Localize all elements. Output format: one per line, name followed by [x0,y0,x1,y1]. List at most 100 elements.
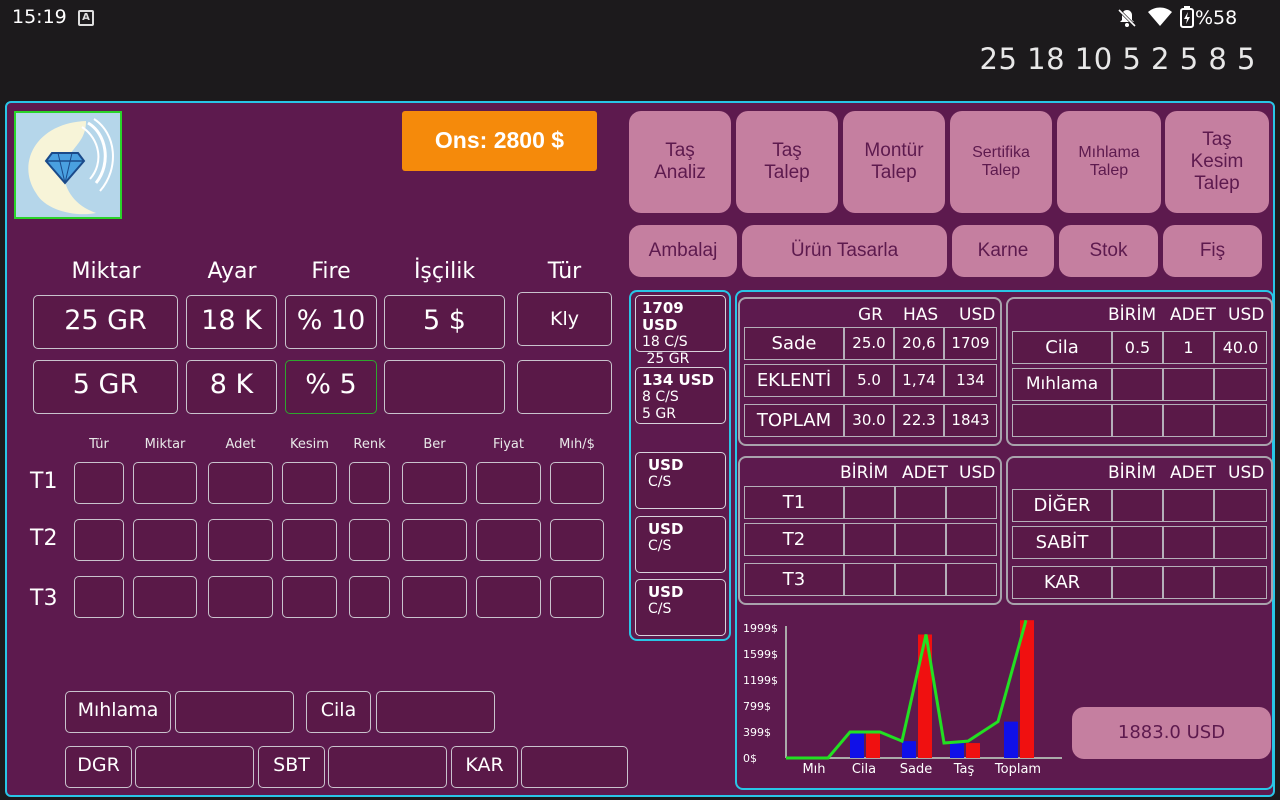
total-usd-button[interactable]: 1883.0 USD [1072,707,1271,759]
stone-input-t2-c4[interactable] [282,519,337,561]
stone-input-t2-c1[interactable] [74,519,124,561]
menu-stok-button[interactable]: Stok [1059,225,1158,277]
menu-sertifika-talep-button[interactable]: Sertifika Talep [950,111,1052,213]
summary-header-gr: GR [858,305,883,325]
menu-ambalaj-button[interactable]: Ambalaj [629,225,737,277]
stone-input-t1-c6[interactable] [402,462,467,504]
other-header-birim: BİRİM [1108,463,1157,483]
stone-input-t3-c3[interactable] [208,576,273,618]
kar-input[interactable] [521,746,628,788]
summary-header-has: HAS [903,305,939,325]
other-row-label-3: KAR [1012,566,1112,599]
stone-col-renk: Renk [353,437,386,452]
t-row-2-birim [844,523,895,556]
dgr-label-button[interactable]: DGR [65,746,132,788]
stone-input-t1-c4[interactable] [282,462,337,504]
tur-input-2[interactable] [517,360,612,414]
menu-mihlama-talep-button[interactable]: Mıhlama Talep [1057,111,1161,213]
header-ayar: Ayar [207,259,257,284]
stone-input-t2-c5[interactable] [349,519,390,561]
cila-row-label-cila: Cila [1012,331,1112,364]
trend-line [786,620,1028,760]
sbt-label-button[interactable]: SBT [258,746,325,788]
header-iscilik: İşçilik [413,259,476,284]
iscilik-input-2[interactable] [384,360,505,414]
usd-card-5[interactable]: USD C/S [635,579,726,636]
stone-input-t1-c2[interactable] [133,462,197,504]
stone-input-t1-c1[interactable] [74,462,124,504]
usd-card-3[interactable]: USD C/S [635,452,726,509]
other-row-2-birim [1112,526,1163,559]
y-tick-label: 1199$ [743,674,778,687]
stone-input-t3-c8[interactable] [550,576,604,618]
x-tick-label: Taş [953,762,975,777]
fire-input-1[interactable]: % 10 [285,295,377,349]
iscilik-input-1[interactable]: 5 $ [384,295,505,349]
stone-input-t3-c2[interactable] [133,576,197,618]
app-logo [14,111,122,219]
mihlama-label-button[interactable]: Mıhlama [65,691,171,733]
summary-toplam-usd: 1843 [944,404,997,437]
summary-toplam-has: 22.3 [894,404,944,437]
stone-input-t2-c7[interactable] [476,519,541,561]
summary-sade-gr: 25.0 [844,327,894,360]
cila-label-button[interactable]: Cila [306,691,371,733]
stone-input-t1-c5[interactable] [349,462,390,504]
miktar-input-1[interactable]: 25 GR [33,295,178,349]
stone-input-t1-c3[interactable] [208,462,273,504]
summary-toplam-gr: 30.0 [844,404,894,437]
empty-adet [1163,404,1214,437]
cila-header-adet: ADET [1170,305,1216,325]
t-row-3-adet [895,563,946,596]
kar-label-button[interactable]: KAR [451,746,518,788]
stone-input-t3-c4[interactable] [282,576,337,618]
dgr-input[interactable] [135,746,254,788]
stone-col-adet: Adet [225,437,256,452]
stone-input-t3-c6[interactable] [402,576,467,618]
stone-input-t2-c3[interactable] [208,519,273,561]
stone-input-t2-c6[interactable] [402,519,467,561]
stone-input-t3-c7[interactable] [476,576,541,618]
cila-input[interactable] [376,691,495,733]
cost-chart: 1999$ 1599$ 1199$ 799$ 399$ 0$ Mıh Cila Sade Taş T… [743,620,1062,777]
menu-urun-tasarla-button[interactable]: Ürün Tasarla [742,225,947,277]
usd-card-2[interactable]: 134 USD 8 C/S 5 GR [635,367,726,424]
mihlama-adet [1163,368,1214,401]
bar-1-Cila [866,732,880,758]
menu-karne-button[interactable]: Karne [952,225,1054,277]
bell-off-icon [1116,7,1138,33]
stone-input-t2-c8[interactable] [550,519,604,561]
menu-fis-button[interactable]: Fiş [1163,225,1262,277]
menu-montur-talep-button[interactable]: Montür Talep [843,111,945,213]
empty-birim [1112,404,1163,437]
stone-input-t1-c7[interactable] [476,462,541,504]
menu-tas-analiz-button[interactable]: Taş Analiz [629,111,731,213]
stone-input-t3-c1[interactable] [74,576,124,618]
cila-header-birim: BİRİM [1108,305,1157,325]
x-tick-label: Cila [852,762,876,777]
ayar-input-1[interactable]: 18 K [186,295,277,349]
sbt-input[interactable] [328,746,447,788]
stone-input-t3-c5[interactable] [349,576,390,618]
usd-card-1[interactable]: 1709 USD 18 C/S 25 GR [635,295,726,367]
other-header-usd: USD [1228,463,1265,483]
header-fire: Fire [311,259,351,284]
usd-card-5-usd: USD [648,583,684,601]
usd-card-4[interactable]: USD C/S [635,516,726,573]
cila-adet: 1 [1163,331,1214,364]
x-tick-label: Mıh [802,762,825,777]
ons-price-button[interactable]: Ons: 2800 $ [402,111,597,171]
ayar-input-2[interactable]: 8 K [186,360,277,414]
tur-input-1[interactable]: Kly [517,292,612,346]
t-header-adet: ADET [902,463,948,483]
summary-sade-usd: 1709 [944,327,997,360]
mihlama-input[interactable] [175,691,294,733]
fire-input-2[interactable]: % 5 [285,360,377,414]
stone-input-t2-c2[interactable] [133,519,197,561]
menu-tas-talep-button[interactable]: Taş Talep [736,111,838,213]
menu-tas-kesim-talep-button[interactable]: Taş Kesim Talep [1165,111,1269,213]
stone-row-label-t1: T1 [30,469,58,494]
stone-input-t1-c8[interactable] [550,462,604,504]
stone-col-ber: Ber [423,437,446,452]
miktar-input-2[interactable]: 5 GR [33,360,178,414]
